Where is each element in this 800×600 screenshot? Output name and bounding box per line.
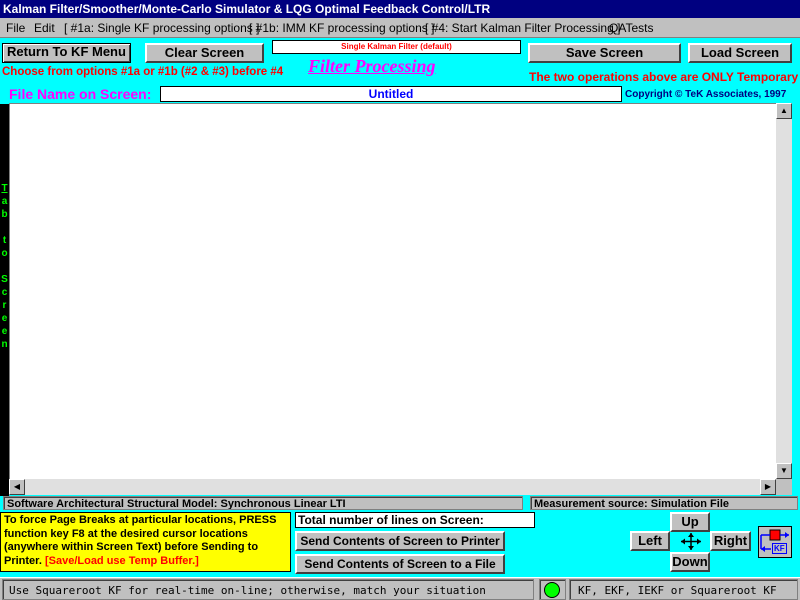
menu-start-kf-processing[interactable]: [ #4: Start Kalman Filter Processing ]: [425, 18, 620, 38]
window-title: Kalman Filter/Smoother/Monte-Carlo Simul…: [3, 2, 491, 16]
temporary-note: The two operations above are ONLY Tempor…: [529, 70, 799, 84]
tab-letter: o: [1, 248, 8, 259]
copyright-text: Copyright © TeK Associates, 1997: [625, 89, 787, 100]
tab-letter: c: [1, 287, 8, 298]
scroll-left-arrow-icon[interactable]: ◀: [9, 479, 25, 495]
screen-text-area[interactable]: [9, 103, 792, 495]
tab-letter: r: [2, 300, 7, 311]
horizontal-scroll-track[interactable]: [25, 479, 760, 495]
tab-letter: n: [1, 339, 8, 350]
load-screen-button[interactable]: Load Screen: [688, 43, 792, 63]
temp-buffer-hint: [Save/Load use Temp Buffer.]: [44, 554, 199, 567]
move-arrows-icon: [672, 531, 710, 552]
kf-badge: KF: [772, 543, 787, 554]
line-count-field: Total number of lines on Screen:: [295, 512, 535, 528]
menu-qatests[interactable]: QATests: [609, 18, 653, 38]
tab-to-screen-strip[interactable]: T a b t o S c r e e n: [0, 104, 9, 496]
nav-up-button[interactable]: Up: [670, 512, 710, 532]
scroll-corner: [776, 479, 792, 495]
tab-letter: S: [1, 274, 8, 285]
clear-screen-button[interactable]: Clear Screen: [145, 43, 264, 63]
horizontal-scrollbar[interactable]: ◀ ▶: [9, 479, 776, 495]
menu-single-kf-options[interactable]: [ #1a: Single KF processing options ]: [64, 18, 259, 38]
tab-letter: t: [2, 235, 7, 246]
page-break-instructions: To force Page Breaks at particular locat…: [0, 512, 291, 572]
scroll-up-arrow-icon[interactable]: ▲: [776, 103, 792, 119]
tab-letter: a: [1, 196, 8, 207]
send-to-file-button[interactable]: Send Contents of Screen to a File: [295, 554, 505, 574]
bottom-status-bar: Use Squareroot KF for real-time on-line;…: [0, 577, 800, 600]
scroll-right-arrow-icon[interactable]: ▶: [760, 479, 776, 495]
tab-letter: e: [1, 313, 8, 324]
nav-right-button[interactable]: Right: [710, 531, 751, 551]
file-name-label: File Name on Screen:: [9, 86, 152, 102]
vertical-scrollbar[interactable]: ▲ ▼: [776, 103, 792, 479]
menu-imm-kf-options[interactable]: [ #1b: IMM KF processing options ]: [249, 18, 434, 38]
nav-down-button[interactable]: Down: [670, 552, 710, 572]
choose-options-note: Choose from options #1a or #1b (#2 & #3)…: [2, 66, 284, 78]
vertical-scroll-track[interactable]: [776, 119, 792, 463]
status-indicator-icon: [544, 582, 560, 598]
footer-variants: KF, EKF, IEKF or Squareroot KF: [569, 579, 798, 600]
save-screen-button[interactable]: Save Screen: [528, 43, 681, 63]
window-title-bar: Kalman Filter/Smoother/Monte-Carlo Simul…: [0, 0, 800, 18]
tab-letter: b: [1, 209, 8, 220]
menu-edit[interactable]: Edit: [34, 18, 55, 38]
file-name-field: Untitled: [160, 86, 622, 102]
return-to-kf-menu-button[interactable]: Return To KF Menu: [2, 43, 131, 63]
scroll-down-arrow-icon[interactable]: ▼: [776, 463, 792, 479]
filter-mode-field: Single Kalman Filter (default): [272, 40, 521, 54]
menu-file[interactable]: File: [6, 18, 25, 38]
menu-bar: File Edit [ #1a: Single KF processing op…: [0, 18, 800, 38]
filter-processing-heading: Filter Processing: [308, 56, 436, 76]
model-status-panel: Software Architectural Structural Model:…: [3, 496, 523, 510]
tab-letter: e: [1, 326, 8, 337]
send-to-printer-button[interactable]: Send Contents of Screen to Printer: [295, 531, 505, 551]
tab-letter: T: [1, 183, 8, 194]
kf-logo-icon: KF: [758, 526, 792, 558]
measurement-status-panel: Measurement source: Simulation File: [530, 496, 798, 510]
nav-left-button[interactable]: Left: [630, 531, 670, 551]
footer-hint: Use Squareroot KF for real-time on-line;…: [2, 579, 534, 600]
status-indicator-panel: [539, 579, 566, 600]
